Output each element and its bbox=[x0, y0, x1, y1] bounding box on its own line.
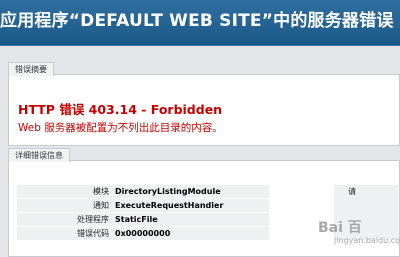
page-title: 应用程序“DEFAULT WEB SITE”中的服务器错误 bbox=[0, 11, 394, 31]
detail-key: 错误代码 bbox=[77, 229, 109, 238]
error-summary-tab: 错误摘要 bbox=[8, 62, 54, 76]
detail-value: DirectoryListingModule bbox=[115, 187, 221, 196]
request-info-label: 请 bbox=[348, 187, 356, 196]
error-message: Web 服务器被配置为不列出此目录的内容。 bbox=[18, 122, 223, 134]
header-bar: 应用程序“DEFAULT WEB SITE”中的服务器错误 bbox=[0, 0, 400, 46]
detail-table: 模块 DirectoryListingModule 通知 ExecuteRequ… bbox=[17, 185, 269, 241]
detailed-error-tab: 详细错误信息 bbox=[8, 148, 70, 162]
detail-row-notification: 通知 ExecuteRequestHandler bbox=[17, 199, 269, 212]
detail-key: 模块 bbox=[93, 187, 109, 196]
detail-value: ExecuteRequestHandler bbox=[115, 201, 224, 210]
detail-value: StaticFile bbox=[115, 215, 158, 224]
error-title: HTTP 错误 403.14 - Forbidden bbox=[18, 102, 223, 117]
detail-row-handler: 处理程序 StaticFile bbox=[17, 213, 269, 226]
detail-row-module: 模块 DirectoryListingModule bbox=[17, 185, 269, 198]
detail-row-error-code: 错误代码 0x00000000 bbox=[17, 227, 269, 240]
baidu-watermark: Bai 百 bbox=[318, 220, 362, 236]
detail-key: 通知 bbox=[93, 201, 109, 210]
error-summary-panel: 错误摘要 HTTP 错误 403.14 - Forbidden Web 服务器被… bbox=[8, 62, 400, 146]
baidu-watermark-url: jingyan.baidu.com bbox=[334, 236, 400, 245]
detail-value: 0x00000000 bbox=[115, 229, 171, 238]
detail-key: 处理程序 bbox=[77, 215, 109, 224]
